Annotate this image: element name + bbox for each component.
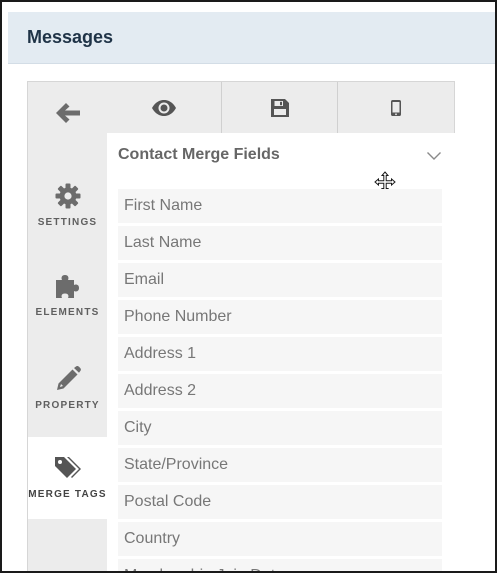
- canvas-area: [454, 81, 495, 571]
- merge-field-item[interactable]: Country: [118, 522, 442, 556]
- merge-field-item[interactable]: Membership Join Date: [118, 559, 442, 571]
- nav-settings-label: SETTINGS: [37, 217, 98, 228]
- chevron-down-icon[interactable]: [426, 151, 442, 161]
- gear-icon: [55, 183, 80, 209]
- merge-field-item[interactable]: Phone Number: [118, 300, 442, 334]
- editor-toolbar: [107, 82, 454, 133]
- preview-button[interactable]: [107, 82, 222, 133]
- nav-merge-tags-label: MERGE TAGS: [28, 489, 107, 500]
- nav-elements[interactable]: ELEMENTS: [28, 273, 107, 318]
- nav-merge-tags[interactable]: MERGE TAGS: [28, 437, 107, 519]
- merge-field-item[interactable]: First Name: [118, 189, 442, 223]
- eye-icon: [152, 99, 176, 116]
- back-button[interactable]: [28, 102, 107, 138]
- tags-icon: [54, 457, 81, 478]
- puzzle-icon: [55, 275, 79, 298]
- merge-field-item[interactable]: State/Province: [118, 448, 442, 482]
- merge-fields-panel: Contact Merge Fields First Name Last Name…: [107, 133, 455, 571]
- mobile-preview-button[interactable]: [338, 82, 454, 133]
- app-window: Messages SETTINGS ELEMENTS PROPERTY MERG…: [0, 0, 497, 573]
- merge-field-item[interactable]: Email: [118, 263, 442, 297]
- floppy-disk-icon: [270, 98, 289, 117]
- nav-property-label: PROPERTY: [35, 400, 100, 411]
- nav-elements-label: ELEMENTS: [35, 307, 100, 318]
- merge-field-item[interactable]: Postal Code: [118, 485, 442, 519]
- nav-settings[interactable]: SETTINGS: [28, 183, 107, 228]
- merge-field-item[interactable]: Address 1: [118, 337, 442, 371]
- merge-field-item[interactable]: Last Name: [118, 226, 442, 260]
- page-header: Messages: [8, 12, 495, 64]
- panel-title: Contact Merge Fields: [118, 146, 280, 163]
- mobile-phone-icon: [391, 99, 401, 116]
- arrow-left-icon: [55, 103, 80, 123]
- page-title: Messages: [27, 27, 114, 47]
- merge-field-item[interactable]: City: [118, 411, 442, 445]
- save-button[interactable]: [222, 82, 338, 133]
- pencil-icon: [56, 366, 81, 390]
- merge-field-item[interactable]: Address 2: [118, 374, 442, 408]
- merge-field-list: First Name Last Name Email Phone Number Addr…: [118, 189, 442, 571]
- nav-property[interactable]: PROPERTY: [28, 366, 107, 411]
